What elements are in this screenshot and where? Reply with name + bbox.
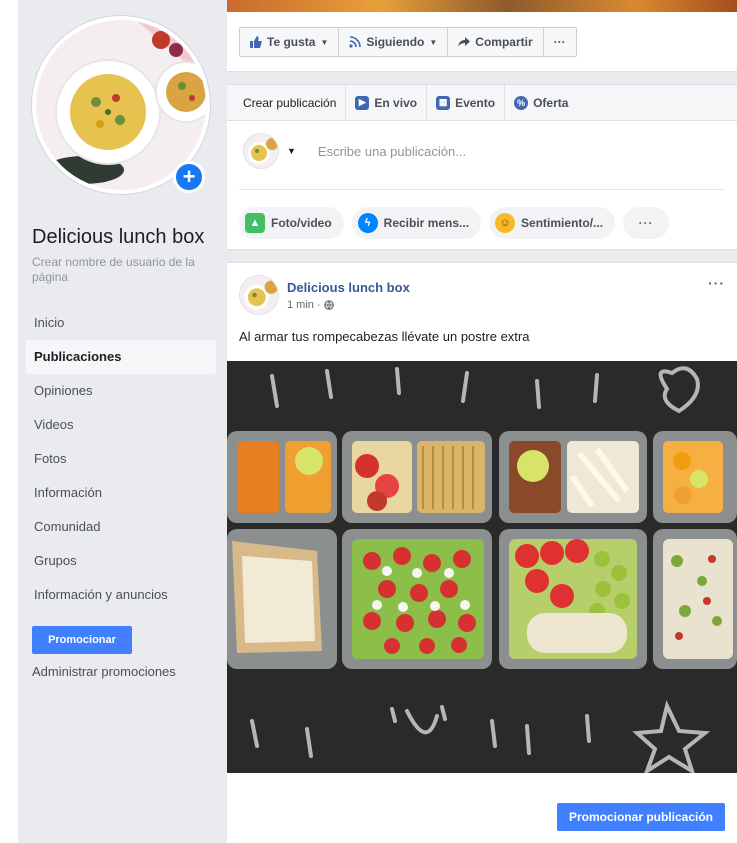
sidebar-item-comunidad[interactable]: Comunidad (26, 510, 216, 544)
sidebar-item-publicaciones[interactable]: Publicaciones (26, 340, 216, 374)
photo-video-label: Foto/video (271, 216, 332, 230)
get-messages-button[interactable]: ϟ Recibir mens... (351, 207, 482, 239)
chevron-down-icon[interactable]: ▼ (287, 146, 296, 156)
post-author-avatar[interactable] (239, 275, 279, 315)
globe-icon (323, 300, 334, 310)
page-title: Delicious lunch box (32, 226, 205, 248)
following-label: Siguiendo (366, 35, 425, 49)
cover-photo (227, 0, 737, 12)
divider (239, 189, 725, 190)
composer-avatar[interactable] (243, 133, 279, 169)
feeling-activity-button[interactable]: ☺ Sentimiento/... (489, 207, 616, 239)
sidebar-nav: Inicio Publicaciones Opiniones Videos Fo… (26, 306, 216, 612)
more-dots-icon: ··· (638, 216, 654, 230)
post-options-button[interactable]: ··· (708, 275, 725, 291)
thumbs-up-icon (250, 36, 262, 48)
offer-label: Oferta (533, 95, 569, 110)
share-arrow-icon (458, 37, 471, 47)
event-label: Evento (455, 95, 496, 110)
tab-event[interactable]: ▦ Evento (427, 84, 506, 121)
tab-live-video[interactable]: ▶ En vivo (346, 84, 428, 121)
live-label: En vivo (374, 95, 418, 110)
sidebar-item-inicio[interactable]: Inicio (26, 306, 216, 340)
plus-icon: + (182, 164, 196, 189)
offer-tag-icon: % (514, 95, 529, 110)
sidebar-item-informacion[interactable]: Información (26, 476, 216, 510)
manage-promotions-link[interactable]: Administrar promociones (32, 664, 176, 679)
sidebar-item-opiniones[interactable]: Opiniones (26, 374, 216, 408)
main-column: Te gusta ▼ Siguiendo ▼ Compartir ··· Cre… (227, 0, 737, 843)
tab-offer[interactable]: % Oferta (505, 85, 577, 121)
like-label: Te gusta (267, 35, 316, 49)
more-options-button[interactable]: ··· (623, 207, 670, 239)
page-actions-bar: Te gusta ▼ Siguiendo ▼ Compartir ··· (239, 27, 577, 57)
photo-video-button[interactable]: ▲ Foto/video (239, 207, 344, 239)
post-photo[interactable] (227, 361, 737, 773)
share-button[interactable]: Compartir (448, 28, 544, 56)
composer-options: ▲ Foto/video ϟ Recibir mens... ☺ Sentimi… (239, 207, 670, 239)
add-profile-photo-button[interactable]: + (173, 161, 205, 193)
composer-row: ▼ (243, 133, 678, 169)
post-author-name[interactable]: Delicious lunch box (287, 280, 410, 295)
post-text: Al armar tus rompecabezas llévate un pos… (239, 329, 530, 344)
chevron-down-icon: ▼ (320, 37, 329, 47)
compose-post-input[interactable] (317, 143, 678, 159)
feeling-label: Sentimiento/... (521, 216, 604, 230)
calendar-icon: ▦ (436, 95, 451, 110)
rss-feed-icon (349, 36, 362, 48)
food-thumbnail (240, 276, 278, 314)
promote-button[interactable]: Promocionar (32, 626, 132, 654)
more-dots-icon: ··· (553, 35, 566, 49)
sidebar-item-videos[interactable]: Videos (26, 408, 216, 442)
create-post-tabs: Crear publicación ▶ En vivo ▦ Evento % O… (227, 84, 737, 121)
chevron-down-icon: ▼ (429, 37, 438, 47)
sidebar-item-grupos[interactable]: Grupos (26, 544, 216, 578)
post-header: Delicious lunch box 1 min · (239, 275, 410, 315)
sidebar-item-fotos[interactable]: Fotos (26, 442, 216, 476)
create-post-label: Crear publicación (243, 95, 337, 110)
create-username-link[interactable]: Crear nombre de usuario de la página (32, 255, 212, 285)
page-actions-card: Te gusta ▼ Siguiendo ▼ Compartir ··· (227, 12, 737, 72)
page-sidebar: + Delicious lunch box Crear nombre de us… (18, 0, 227, 843)
get-messages-label: Recibir mens... (383, 216, 470, 230)
post-timestamp[interactable]: 1 min · (287, 299, 321, 311)
post-card: Delicious lunch box 1 min · ··· Al armar… (227, 262, 737, 843)
create-post-card: Crear publicación ▶ En vivo ▦ Evento % O… (227, 84, 737, 250)
messenger-icon: ϟ (357, 213, 378, 233)
more-actions-button[interactable]: ··· (544, 28, 576, 56)
share-label: Compartir (475, 35, 533, 49)
photo-icon: ▲ (245, 213, 265, 233)
smiley-icon: ☺ (495, 213, 516, 233)
sidebar-item-info-anuncios[interactable]: Información y anuncios (26, 578, 216, 612)
tab-create-post[interactable]: Crear publicación (227, 84, 347, 121)
following-button[interactable]: Siguiendo ▼ (339, 28, 449, 56)
food-thumbnail (244, 134, 278, 168)
promote-post-button[interactable]: Promocionar publicación (556, 803, 725, 831)
like-page-button[interactable]: Te gusta ▼ (240, 28, 340, 56)
post-meta: 1 min · (287, 299, 410, 311)
live-video-icon: ▶ (355, 95, 370, 110)
